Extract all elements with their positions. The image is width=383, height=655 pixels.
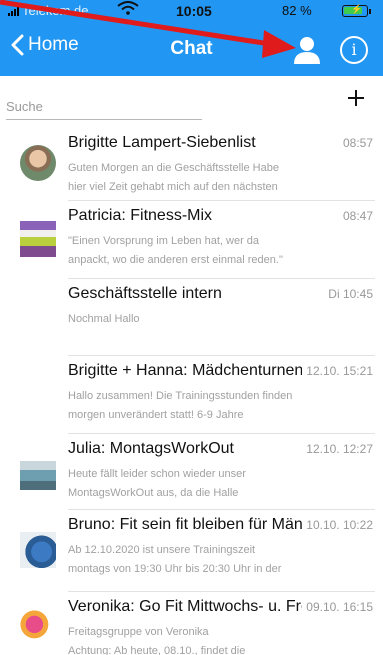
chat-item[interactable]: Brigitte Lampert-Siebenlist 08:57 Guten … [0,128,383,201]
chat-name: Julia: MontagsWorkOut [68,440,234,457]
status-time: 10:05 [176,3,212,19]
chat-preview: "Einen Vorsprung im Leben hat, wer da an… [68,235,283,266]
chat-time: 09.10. 16:15 [306,600,373,614]
carrier-label: Telekom.de [22,3,89,18]
chat-name: Geschäftsstelle intern [68,285,222,302]
signal-icon [8,6,20,16]
nav-bar: Home Chat i [0,24,383,76]
avatar [20,221,56,257]
chat-item[interactable]: Patricia: Fitness-Mix 08:47 "Einen Vorsp… [0,201,383,279]
status-bar: Telekom.de 10:05 82 % ⚡ [0,0,383,24]
chat-preview: Freitagsgruppe von Veronika Achtung: Ab … [68,626,246,655]
chat-time: 08:47 [342,209,373,223]
wifi-icon [117,1,139,15]
chat-time: 10.10. 10:22 [306,518,373,532]
battery-nub [369,9,371,14]
chat-item[interactable]: Geschäftsstelle intern Di 10:45 Nochmal … [0,279,383,356]
chat-preview: Nochmal Hallo [68,313,140,325]
chat-name: Bruno: Fit sein fit bleiben für Männer [68,516,302,533]
chat-preview: Hallo zusammen! Die Trainingsstunden fin… [68,390,293,421]
chat-name: Brigitte + Hanna: Mädchenturnen 6-10 J. … [68,362,302,379]
add-chat-button[interactable] [345,88,367,110]
avatar [20,454,56,490]
chat-item[interactable]: Brigitte + Hanna: Mädchenturnen 6-10 J. … [0,356,383,434]
chat-name: Veronika: Go Fit Mittwochs- u. Freitags [68,598,302,615]
person-icon[interactable] [292,36,322,64]
chat-name: Patricia: Fitness-Mix [68,207,213,224]
chat-preview: Heute fällt leider schon wieder unser Mo… [68,468,246,499]
avatar [20,610,56,646]
chat-time: 12.10. 15:21 [306,364,373,378]
chat-time: 12.10. 12:27 [306,442,373,456]
chat-preview: Ab 12.10.2020 ist unsere Trainingszeit m… [68,544,282,575]
search-row [0,86,383,122]
battery-percent: 82 % [282,3,312,18]
chat-time: Di 10:45 [328,287,373,301]
info-icon[interactable]: i [340,36,368,64]
charging-icon: ⚡ [351,4,363,14]
chat-time: 08:57 [342,136,373,150]
search-input[interactable] [6,94,202,120]
chat-preview: Guten Morgen an die Geschäftsstelle Habe… [68,162,279,193]
chat-name: Brigitte Lampert-Siebenlist [68,134,256,151]
chat-item[interactable]: Veronika: Go Fit Mittwochs- u. Freitags … [0,592,383,655]
page-title: Chat [170,38,213,59]
chat-item[interactable]: Bruno: Fit sein fit bleiben für Männer 1… [0,510,383,592]
avatar [20,145,56,181]
avatar [20,532,56,568]
chat-item[interactable]: Julia: MontagsWorkOut 12.10. 12:27 Heute… [0,434,383,510]
